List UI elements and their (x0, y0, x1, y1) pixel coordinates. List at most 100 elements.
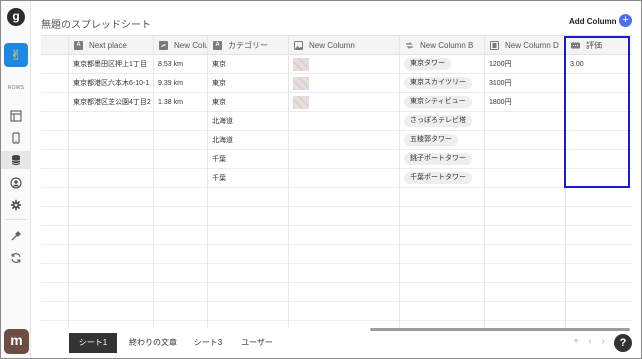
column-distance[interactable]: New Column 8.53 km 9.39 km 1.38 km (154, 36, 208, 328)
table-cell[interactable]: さっぽろテレビ塔 (400, 112, 484, 131)
table-cell[interactable]: 銚子ポートタワー (400, 150, 484, 169)
table-cell[interactable] (485, 188, 565, 207)
table-cell[interactable]: 9.39 km (154, 74, 207, 93)
relation-chip[interactable]: 五稜郭タワー (404, 134, 458, 146)
table-cell[interactable] (485, 283, 565, 302)
relation-chip[interactable]: 東京スカイツリー (404, 77, 472, 89)
table-cell[interactable] (154, 112, 207, 131)
relation-chip[interactable]: さっぽろテレビ塔 (404, 115, 472, 127)
table-cell[interactable] (289, 264, 399, 283)
column-place[interactable]: New Column B 東京タワー 東京スカイツリー 東京シティビュー さっぽ… (400, 36, 485, 328)
user-avatar[interactable]: m (4, 329, 29, 354)
image-cell[interactable] (289, 150, 399, 169)
relation-chip[interactable]: 千葉ポートタワー (404, 172, 472, 184)
row-gutter-cell[interactable] (41, 207, 68, 226)
image-cell[interactable] (289, 74, 399, 93)
table-cell[interactable]: 3100円 (485, 74, 565, 93)
table-cell[interactable] (154, 188, 207, 207)
table-cell[interactable] (69, 264, 153, 283)
add-column-button[interactable]: + (619, 14, 632, 27)
layout-icon[interactable] (1, 107, 31, 125)
table-cell[interactable] (400, 245, 484, 264)
table-cell[interactable]: 東京 (208, 74, 288, 93)
spreadsheet-title[interactable]: 無題のスプレッドシート (41, 16, 151, 31)
relation-chip[interactable]: 東京タワー (404, 58, 451, 70)
table-cell[interactable] (400, 264, 484, 283)
row-gutter-cell[interactable] (41, 226, 68, 245)
tab-users[interactable]: ユーザー (233, 333, 281, 353)
table-cell[interactable] (69, 112, 153, 131)
table-cell[interactable]: 東京 (208, 55, 288, 74)
row-gutter-cell[interactable] (41, 283, 68, 302)
image-cell[interactable] (289, 131, 399, 150)
table-cell[interactable]: 北海道 (208, 131, 288, 150)
table-cell[interactable] (69, 245, 153, 264)
table-cell[interactable] (400, 302, 484, 321)
add-column-label[interactable]: Add Column (569, 17, 617, 26)
next-sheet-icon[interactable]: › (598, 337, 608, 347)
table-cell[interactable] (400, 226, 484, 245)
column-header[interactable]: New Column (289, 36, 399, 55)
glide-logo[interactable]: g (7, 8, 25, 26)
table-cell[interactable] (566, 283, 632, 302)
table-cell[interactable]: 千葉 (208, 169, 288, 188)
column-image[interactable]: New Column (289, 36, 400, 328)
table-cell[interactable] (485, 112, 565, 131)
sync-icon[interactable] (1, 249, 31, 267)
table-cell[interactable] (154, 283, 207, 302)
table-cell[interactable] (289, 302, 399, 321)
column-price[interactable]: New Column D 1200円 3100円 1800円 (485, 36, 566, 328)
app-icon[interactable]: ✌ (4, 43, 28, 67)
table-cell[interactable] (485, 226, 565, 245)
table-cell[interactable] (485, 207, 565, 226)
add-sheet-icon[interactable]: + (571, 337, 581, 347)
table-cell[interactable] (289, 226, 399, 245)
table-cell[interactable] (69, 207, 153, 226)
table-cell[interactable] (208, 302, 288, 321)
table-cell[interactable]: 東京スカイツリー (400, 74, 484, 93)
table-cell[interactable] (485, 169, 565, 188)
row-gutter-cell[interactable] (41, 264, 68, 283)
row-gutter-cell[interactable] (41, 188, 68, 207)
table-cell[interactable] (208, 245, 288, 264)
table-cell[interactable] (154, 207, 207, 226)
table-cell[interactable] (485, 264, 565, 283)
table-cell[interactable] (69, 169, 153, 188)
table-cell[interactable]: 1.38 km (154, 93, 207, 112)
column-header[interactable]: New Column (154, 36, 207, 55)
phone-icon[interactable] (1, 129, 31, 147)
help-button[interactable]: ? (614, 334, 632, 352)
table-cell[interactable] (400, 283, 484, 302)
relation-chip[interactable]: 銚子ポートタワー (404, 153, 472, 165)
image-cell[interactable] (289, 188, 399, 207)
column-category[interactable]: A カテゴリー 東京 東京 東京 北海道 北海道 千葉 千葉 (208, 36, 289, 328)
table-cell[interactable] (485, 150, 565, 169)
table-cell[interactable] (566, 264, 632, 283)
table-cell[interactable] (208, 226, 288, 245)
column-next-place[interactable]: A Next place 東京都墨田区押上1丁目 東京都港区六本木6-10-1 東… (69, 36, 154, 328)
database-icon[interactable] (1, 151, 31, 169)
image-cell[interactable] (289, 169, 399, 188)
table-cell[interactable] (154, 131, 207, 150)
table-cell[interactable] (154, 150, 207, 169)
column-header[interactable]: New Column D (485, 36, 565, 55)
table-cell[interactable]: 北海道 (208, 112, 288, 131)
tab-ending-text[interactable]: 終わりの文章 (121, 333, 185, 353)
row-gutter-cell[interactable] (41, 302, 68, 321)
table-cell[interactable]: 千葉 (208, 150, 288, 169)
row-gutter-cell[interactable] (41, 150, 68, 169)
row-gutter-cell[interactable] (41, 74, 68, 93)
table-cell[interactable] (69, 131, 153, 150)
table-cell[interactable] (69, 283, 153, 302)
relation-chip[interactable]: 東京シティビュー (404, 96, 472, 108)
table-cell[interactable]: 五稜郭タワー (400, 131, 484, 150)
image-cell[interactable] (289, 93, 399, 112)
table-cell[interactable] (154, 302, 207, 321)
table-cell[interactable] (208, 207, 288, 226)
table-cell[interactable] (154, 245, 207, 264)
column-header[interactable]: A Next place (69, 36, 153, 55)
table-cell[interactable] (485, 245, 565, 264)
table-cell[interactable]: 東京都墨田区押上1丁目 (69, 55, 153, 74)
column-header[interactable]: New Column B (400, 36, 484, 55)
table-cell[interactable] (69, 150, 153, 169)
